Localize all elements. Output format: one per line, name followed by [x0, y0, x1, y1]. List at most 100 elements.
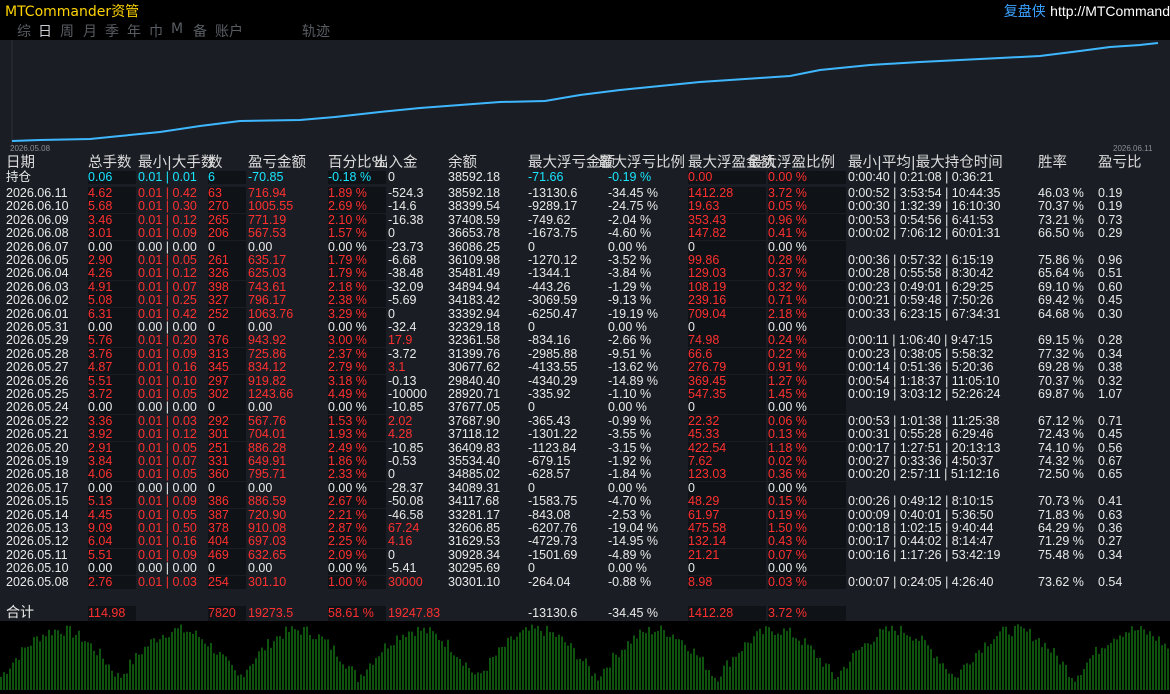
table-row[interactable]: 2026.05.11 5.51 0.01 | 0.09 469 632.65 2.09 %…	[0, 547, 1170, 562]
table-row[interactable]: 2026.05.24 0.00 0.00 | 0.00 0 0.00 0.00 % -10.…	[0, 400, 1170, 415]
table-row[interactable]: 2026.06.04 4.26 0.01 | 0.12 326 625.03 1.79 %…	[0, 266, 1170, 281]
cell-win: 71.83 %	[1038, 507, 1084, 522]
cell-times: 0:00:52 | 3:53:54 | 10:44:35	[848, 186, 1001, 200]
cell-pct: 1.00 %	[328, 574, 367, 589]
tab-3[interactable]: 月	[83, 21, 97, 41]
tab-5[interactable]: 年	[127, 21, 141, 41]
table-row[interactable]: 2026.05.28 3.76 0.01 | 0.09 313 725.86 2.37 %…	[0, 346, 1170, 361]
cell-times: 0:00:09 | 0:40:01 | 5:36:50	[848, 507, 994, 522]
cell-pnl: 649.91	[248, 454, 287, 468]
cell-date: 2026.05.15	[6, 494, 69, 509]
cell-date: 2026.05.24	[6, 400, 69, 415]
table-row[interactable]: 2026.05.21 3.92 0.01 | 0.12 301 704.01 1.93 %…	[0, 427, 1170, 442]
cell-pf: 0.36	[1098, 521, 1123, 535]
column-header-14[interactable]: 盈亏比	[1098, 155, 1142, 172]
table-row[interactable]: 2026.05.08 2.76 0.01 | 0.03 254 301.10 1.00 %…	[0, 574, 1170, 589]
cell-dd_pct: -4.89 %	[608, 547, 652, 562]
cell-flow: 17.9	[388, 333, 413, 348]
cell-minmax: 0.01 | 0.09	[138, 346, 197, 361]
table-row[interactable]: 2026.05.20 2.91 0.01 | 0.05 251 886.28 2.49 %…	[0, 440, 1170, 455]
cell-win: 74.32 %	[1038, 454, 1084, 468]
cell-fp_pct: 0.03 %	[768, 574, 807, 589]
cell-count: 252	[208, 306, 229, 321]
table-row[interactable]: 2026.05.18 4.06 0.01 | 0.05 360 795.71 2.33 %…	[0, 468, 1170, 482]
cell-lots: 4.62	[88, 186, 113, 200]
table-row[interactable]: 2026.05.29 5.76 0.01 | 0.20 376 943.92 3.00 %…	[0, 333, 1170, 348]
cell-shade	[688, 481, 766, 495]
cell-pct: 2.21 %	[328, 507, 367, 522]
column-header-6[interactable]: 出入金	[374, 155, 418, 172]
table-row[interactable]: 2026.06.01 6.31 0.01 | 0.42 252 1063.76 3.29 …	[0, 306, 1170, 321]
table-row[interactable]: 2026.06.09 3.46 0.01 | 0.12 265 771.19 2.10 %…	[0, 213, 1170, 227]
cell-balance: 33281.17	[448, 507, 501, 522]
cell-dd_pct: 0.00 %	[608, 400, 647, 415]
cell-fp_pct: 1.50 %	[768, 521, 807, 535]
table-row[interactable]: 2026.06.03 4.91 0.01 | 0.07 398 743.61 2.18 %…	[0, 279, 1170, 294]
cell-pnl: 0.00	[248, 239, 273, 254]
cell-balance: 30301.10	[448, 574, 501, 589]
table-row[interactable]: 2026.05.14 4.45 0.01 | 0.05 387 720.90 2.21 %…	[0, 507, 1170, 522]
table-row[interactable]: 2026.05.12 6.04 0.01 | 0.16 404 697.03 2.25 %…	[0, 534, 1170, 549]
table-row[interactable]: 2026.05.31 0.00 0.00 | 0.00 0 0.00 0.00 % -32.…	[0, 321, 1170, 334]
cell-pf: 0.19	[1098, 199, 1123, 214]
cell-pf: 1.07	[1098, 387, 1123, 401]
website-url[interactable]: http://MTCommand	[1050, 3, 1170, 19]
cell-fp_pct: 1.18 %	[768, 440, 807, 455]
cell-pnl: 796.17	[248, 293, 287, 308]
replay-link[interactable]: 复盘侠 http://MTCommand	[1004, 1, 1170, 21]
cell-lots: 5.51	[88, 547, 113, 562]
cell-count: 404	[208, 534, 229, 549]
cell-win: 64.68 %	[1038, 306, 1084, 321]
holding-row[interactable]: 持仓 0.06 0.01 | 0.01 6 -70.85 -0.18 % 0 38592.18…	[0, 171, 1170, 184]
table-row[interactable]: 2026.05.13 9.09 0.01 | 0.50 378 910.08 2.87 %…	[0, 522, 1170, 535]
cell-date: 2026.05.26	[6, 373, 69, 388]
cell-lots: 0.00	[88, 400, 113, 415]
table-row[interactable]: 2026.05.19 3.84 0.01 | 0.07 331 649.91 1.86 %…	[0, 455, 1170, 468]
cell-lots: 5.51	[88, 373, 113, 388]
cell-dd_amt: -335.92	[528, 387, 571, 401]
table-row[interactable]: 2026.05.22 3.36 0.01 | 0.03 292 567.76 1.53 %…	[0, 413, 1170, 428]
table-row[interactable]: 2026.06.11 4.62 0.01 | 0.42 63 716.94 1.89 % -…	[0, 187, 1170, 200]
tab-1[interactable]: 日	[38, 21, 52, 41]
tab-8[interactable]: 备	[193, 21, 207, 41]
table-row[interactable]: 2026.05.27 4.87 0.01 | 0.16 345 834.12 2.79 %…	[0, 361, 1170, 375]
total-fp_amt: 1412.28	[688, 606, 734, 620]
cell-dd_amt: -834.16	[528, 333, 571, 348]
tab-10[interactable]: 轨迹	[302, 21, 330, 41]
cell-date: 2026.06.03	[6, 279, 69, 294]
tab-6[interactable]: 巾	[149, 21, 163, 41]
cell-count: 206	[208, 226, 229, 241]
cell-fp_amt: 547.35	[688, 387, 727, 401]
table-row[interactable]: 2026.05.10 0.00 0.00 | 0.00 0 0.00 0.00 % -5.4…	[0, 562, 1170, 576]
table-row[interactable]: 2026.05.17 0.00 0.00 | 0.00 0 0.00 0.00 % -28.…	[0, 481, 1170, 495]
table-row[interactable]: 2026.05.26 5.51 0.01 | 0.10 297 919.82 3.18 %…	[0, 373, 1170, 388]
cell-flow: -23.73	[388, 239, 424, 254]
tab-0[interactable]: 综	[17, 21, 31, 41]
cell-minmax: 0.01 | 0.09	[138, 494, 197, 509]
tab-2[interactable]: 周	[60, 21, 74, 41]
cell-pnl: 301.10	[248, 574, 287, 589]
tab-4[interactable]: 季	[105, 21, 119, 41]
column-header-13[interactable]: 胜率	[1038, 155, 1067, 172]
volume-histogram-svg	[0, 624, 1169, 690]
replay-label[interactable]: 复盘侠	[1004, 4, 1046, 20]
cell-dd_amt: -9289.17	[528, 199, 578, 214]
cell-pf: 0.41	[1098, 494, 1123, 509]
cell-dd_pct: -9.13 %	[608, 293, 652, 308]
cell-fp_amt: 45.33	[688, 427, 720, 442]
table-row[interactable]: 2026.06.08 3.01 0.01 | 0.09 206 567.53 1.57 %…	[0, 226, 1170, 241]
table-row[interactable]: 2026.05.25 3.72 0.01 | 0.05 302 1243.66 4.49 …	[0, 388, 1170, 401]
cell-fp_pct: 0.32 %	[768, 279, 807, 294]
cell-fp_amt: 369.45	[688, 373, 727, 388]
cell-minmax: 0.01 | 0.20	[138, 333, 197, 348]
table-row[interactable]: 2026.06.02 5.08 0.01 | 0.25 327 796.17 2.38 %…	[0, 293, 1170, 308]
tab-7[interactable]: M	[171, 21, 183, 37]
table-row[interactable]: 2026.06.10 5.68 0.01 | 0.30 270 1005.55 2.69 …	[0, 199, 1170, 214]
cell-pnl: 716.94	[248, 186, 287, 200]
tab-9[interactable]: 账户	[215, 21, 243, 41]
table-row[interactable]: 2026.05.15 5.13 0.01 | 0.09 386 886.59 2.67 %…	[0, 494, 1170, 509]
table-row[interactable]: 2026.06.05 2.90 0.01 | 0.05 261 635.17 1.79 %…	[0, 254, 1170, 267]
cell-pct: 1.79 %	[328, 266, 367, 281]
table-row[interactable]: 2026.06.07 0.00 0.00 | 0.00 0 0.00 0.00 % -23.…	[0, 239, 1170, 254]
cell-times: 0:00:53 | 1:01:38 | 11:25:38	[848, 413, 1000, 428]
